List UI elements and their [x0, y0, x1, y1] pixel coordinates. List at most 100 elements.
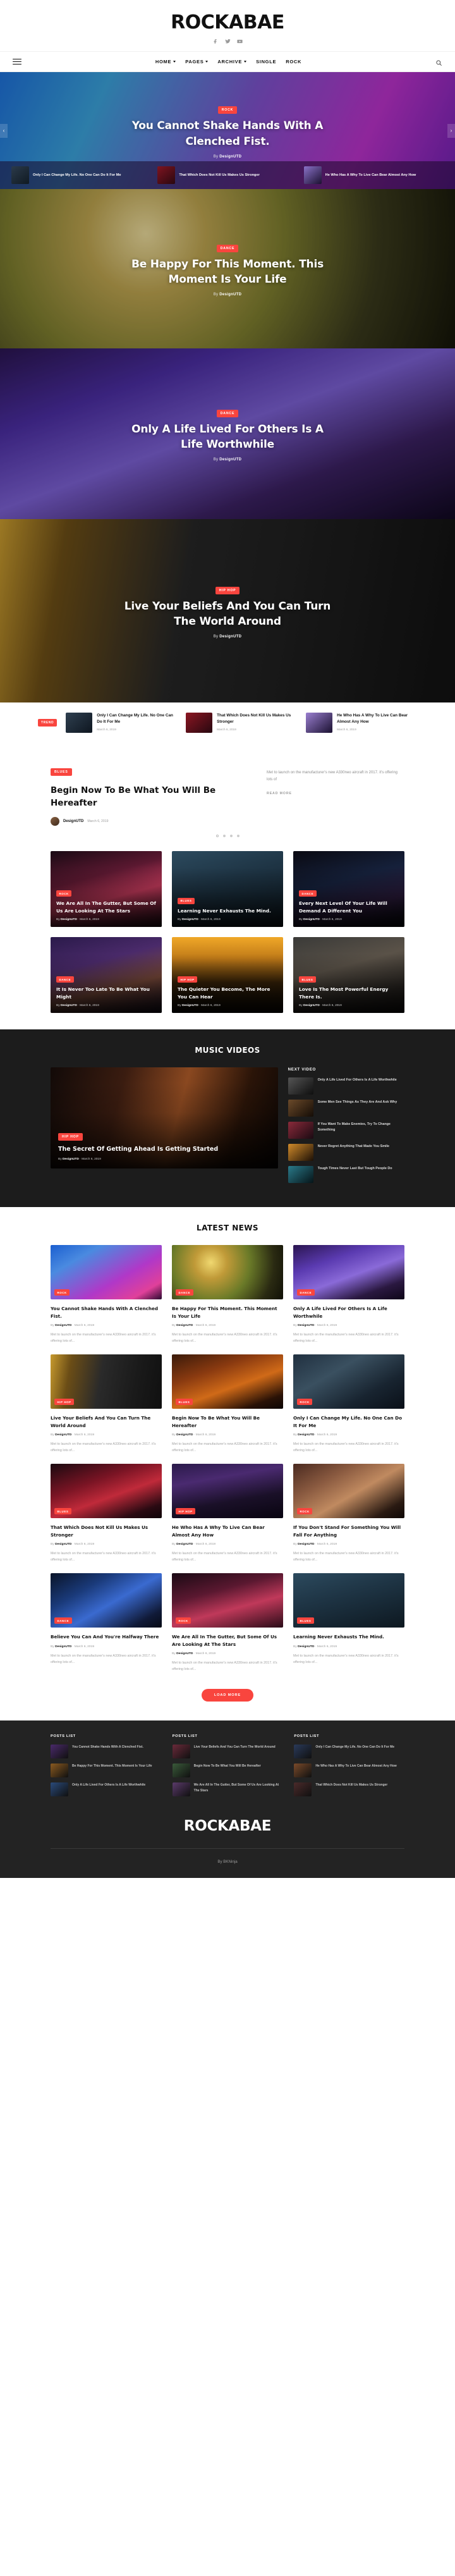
byline-author: DesignUTD [303, 918, 320, 922]
load-more-button[interactable]: LOAD MORE [201, 1689, 254, 1702]
post-card[interactable]: ROCK We Are All In The Gutter, But Some … [51, 851, 162, 928]
post-card[interactable]: BLUES Love Is The Most Powerful Energy T… [293, 937, 404, 1014]
news-meta: By DesignUTD · March 6, 2019 [293, 1645, 337, 1648]
category-badge[interactable]: DANCE [297, 1289, 315, 1296]
carousel-dots [0, 835, 455, 838]
music-videos-section: MUSIC VIDEOS HIP HOP The Secret Of Getti… [0, 1029, 455, 1208]
news-date: March 6, 2019 [195, 1543, 216, 1547]
footer-post-item[interactable]: That Which Does Not Kill Us Makes Us Str… [294, 1782, 404, 1797]
category-badge[interactable]: DANCE [176, 1289, 193, 1296]
chevron-left-icon[interactable]: ‹ [0, 123, 8, 138]
news-card[interactable]: ROCK You Cannot Shake Hands With A Clench… [51, 1245, 162, 1344]
hero-slide[interactable]: DANCE Be Happy For This Moment. This Mom… [0, 189, 455, 348]
hero-thumb[interactable]: That Which Does Not Kill Us Makes Us Str… [157, 166, 297, 184]
video-list-item[interactable]: Never Regret Anything That Made You Smil… [288, 1144, 404, 1162]
category-badge[interactable]: DANCE [54, 1617, 72, 1624]
category-badge[interactable]: BLUES [299, 976, 316, 983]
category-badge[interactable]: ROCK [176, 1617, 191, 1624]
trending-item[interactable]: That Which Does Not Kill Us Makes Us Str… [186, 713, 297, 733]
byline-prefix: By [213, 635, 219, 639]
footer-post-item[interactable]: We Are All In The Gutter, But Some Of Us… [172, 1782, 283, 1797]
next-video-list: NEXT VIDEO Only A Life Lived For Others … [288, 1067, 404, 1188]
hero-thumb[interactable]: He Who Has A Why To Live Can Bear Almost… [303, 166, 444, 184]
category-badge[interactable]: ROCK [297, 1399, 313, 1406]
category-badge[interactable]: BLUES [176, 1399, 193, 1406]
news-card[interactable]: BLUES That Which Does Not Kill Us Makes U… [51, 1464, 162, 1563]
nav-item-home[interactable]: HOME [155, 54, 176, 75]
category-badge[interactable]: ROCK [297, 1508, 313, 1515]
category-badge[interactable]: DANCE [56, 976, 74, 983]
post-card[interactable]: DANCE Every Next Level Of Your Life Will… [293, 851, 404, 928]
nav-item-single[interactable]: SINGLE [256, 54, 276, 69]
news-card[interactable]: ROCK Only I Can Change My Life. No One Ca… [293, 1354, 404, 1454]
byline-author: DesignUTD [55, 1433, 72, 1437]
news-card[interactable]: HIP HOP Live Your Beliefs And You Can Tur… [51, 1354, 162, 1454]
video-list-item[interactable]: Tough Times Never Last But Tough People … [288, 1166, 404, 1184]
news-card[interactable]: DANCE Be Happy For This Moment. This Mome… [172, 1245, 283, 1344]
thumbnail-image [51, 1782, 68, 1797]
twitter-icon[interactable] [224, 38, 231, 45]
category-badge[interactable]: ROCK [217, 106, 238, 114]
footer-post-item[interactable]: Only I Can Change My Life. No One Can Do… [294, 1745, 404, 1759]
trending-item[interactable]: Only I Can Change My Life. No One Can Do… [66, 713, 177, 733]
video-list-item[interactable]: Some Men See Things As They Are And Ask … [288, 1100, 404, 1117]
hero-slide[interactable]: HIP HOP Live Your Beliefs And You Can Tu… [0, 519, 455, 702]
category-badge[interactable]: ROCK [54, 1289, 70, 1296]
footer-post-item[interactable]: Live Your Beliefs And You Can Turn The W… [172, 1745, 283, 1759]
category-badge[interactable]: ROCK [56, 890, 72, 897]
hamburger-icon[interactable] [13, 58, 21, 65]
category-badge[interactable]: BLUES [178, 897, 195, 904]
nav-item-rock[interactable]: ROCK [286, 54, 301, 69]
category-badge[interactable]: DANCE [216, 409, 239, 417]
video-list-item[interactable]: If You Want To Make Enemies, Try To Chan… [288, 1122, 404, 1139]
news-card[interactable]: DANCE Only A Life Lived For Others Is A L… [293, 1245, 404, 1344]
news-card[interactable]: BLUES Learning Never Exhausts The Mind. By… [293, 1573, 404, 1672]
video-list-item[interactable]: Only A Life Lived For Others Is A Life W… [288, 1077, 404, 1095]
read-more-link[interactable]: READ MORE [267, 792, 404, 795]
category-badge[interactable]: BLUES [51, 768, 72, 776]
category-badge[interactable]: HIP HOP [54, 1399, 75, 1406]
news-card[interactable]: BLUES Begin Now To Be What You Will Be He… [172, 1354, 283, 1454]
footer-post-item[interactable]: Be Happy For This Moment. This Moment Is… [51, 1763, 161, 1778]
news-card[interactable]: DANCE Believe You Can And You're Halfway … [51, 1573, 162, 1672]
category-badge[interactable]: HIP HOP [176, 1508, 196, 1515]
post-card[interactable]: HIP HOP The Quieter You Become, The More… [172, 937, 283, 1014]
hero-slide[interactable]: ROCK You Cannot Shake Hands With A Clenc… [0, 72, 455, 189]
footer-post-item[interactable]: You Cannot Shake Hands With A Clenched F… [51, 1745, 161, 1759]
footer-logo[interactable]: ROCKABAE [0, 1818, 455, 1834]
footer-post-item[interactable]: Begin Now To Be What You Will Be Hereaft… [172, 1763, 283, 1778]
category-badge[interactable]: BLUES [54, 1508, 71, 1515]
carousel-dot[interactable] [222, 835, 226, 838]
category-badge[interactable]: DANCE [299, 890, 317, 897]
hero-slide[interactable]: DANCE Only A Life Lived For Others Is A … [0, 348, 455, 519]
nav-item-archive[interactable]: ARCHIVE [217, 54, 247, 69]
category-badge[interactable]: HIP HOP [178, 976, 198, 983]
carousel-dot[interactable] [215, 835, 219, 838]
news-card[interactable]: ROCK If You Don't Stand For Something You… [293, 1464, 404, 1563]
category-badge[interactable]: HIP HOP [215, 586, 240, 594]
byline-prefix: By [293, 1433, 297, 1437]
news-card[interactable]: ROCK We Are All In The Gutter, But Some O… [172, 1573, 283, 1672]
news-card[interactable]: HIP HOP He Who Has A Why To Live Can Bear… [172, 1464, 283, 1563]
category-badge[interactable]: HIP HOP [58, 1133, 83, 1141]
site-logo[interactable]: ROCKABAE [0, 11, 455, 34]
carousel-dot[interactable] [236, 835, 240, 838]
search-icon[interactable] [435, 58, 442, 66]
category-badge[interactable]: DANCE [216, 244, 239, 252]
footer-post-item[interactable]: He Who Has A Why To Live Can Bear Almost… [294, 1763, 404, 1778]
nav-item-pages[interactable]: PAGES [185, 54, 209, 69]
hero-thumb[interactable]: Only I Can Change My Life. No One Can Do… [11, 166, 151, 184]
category-badge[interactable]: BLUES [297, 1617, 314, 1624]
footer-post-item[interactable]: Only A Life Lived For Others Is A Life W… [51, 1782, 161, 1797]
trending-title: He Who Has A Why To Live Can Bear Almost… [337, 713, 408, 725]
chevron-right-icon[interactable]: › [447, 123, 455, 138]
post-card[interactable]: BLUES Learning Never Exhausts The Mind. … [172, 851, 283, 928]
facebook-icon[interactable] [212, 38, 219, 45]
carousel-dot[interactable] [229, 835, 233, 838]
youtube-icon[interactable] [236, 38, 243, 45]
post-card[interactable]: DANCE It Is Never Too Late To Be What Yo… [51, 937, 162, 1014]
featured-video[interactable]: HIP HOP The Secret Of Getting Ahead Is G… [51, 1067, 278, 1169]
trending-item[interactable]: He Who Has A Why To Live Can Bear Almost… [306, 713, 417, 733]
featured-title[interactable]: Begin Now To Be What You Will Be Hereaft… [51, 785, 250, 809]
news-title: Only I Can Change My Life. No One Can Do… [293, 1415, 403, 1428]
